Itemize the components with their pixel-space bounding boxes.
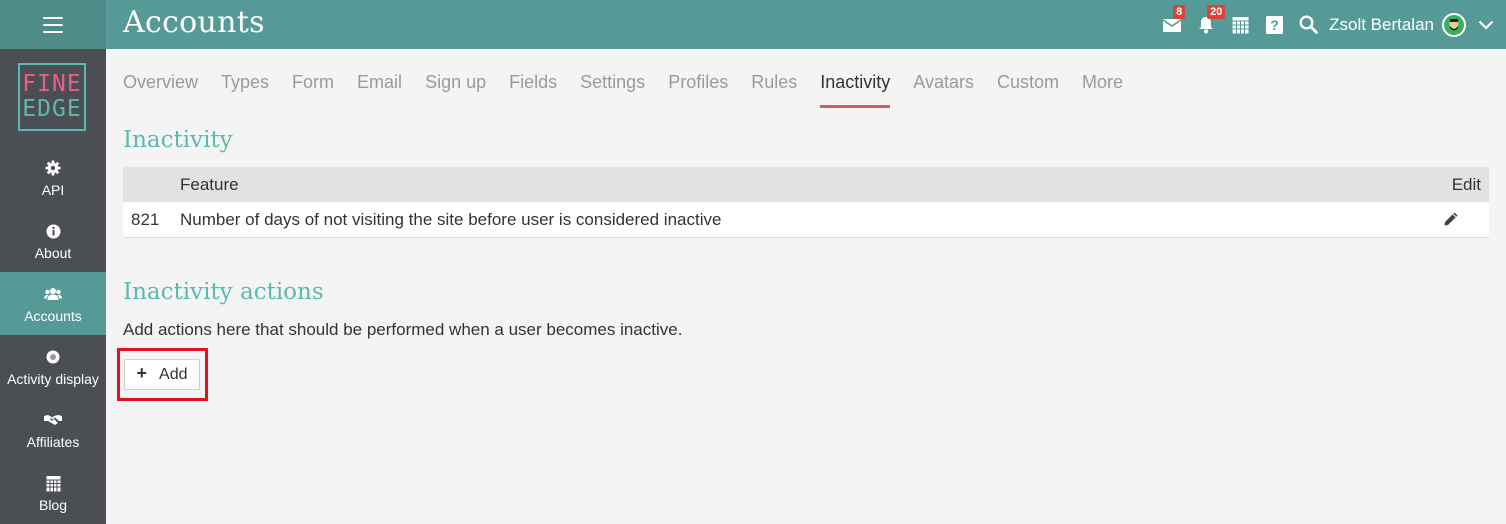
calendar-icon — [46, 472, 61, 494]
add-action-button[interactable]: + Add — [124, 359, 200, 390]
tab-form[interactable]: Form — [292, 60, 334, 108]
messages-badge: 8 — [1173, 5, 1186, 19]
tab-profiles[interactable]: Profiles — [668, 60, 728, 108]
sidebar-item-blog[interactable]: Blog — [0, 461, 106, 524]
dot-circle-icon — [46, 346, 60, 368]
search-icon — [1299, 15, 1318, 34]
tab-custom[interactable]: Custom — [997, 60, 1059, 108]
edit-button[interactable] — [1443, 211, 1459, 227]
pencil-icon — [1444, 212, 1458, 226]
sidebar-item-api[interactable]: API — [0, 146, 106, 209]
tab-sign-up[interactable]: Sign up — [425, 60, 486, 108]
handshake-icon — [44, 409, 62, 431]
sidebar-item-activity-display[interactable]: Activity display — [0, 335, 106, 398]
tab-inactivity[interactable]: Inactivity — [820, 60, 891, 108]
tab-fields[interactable]: Fields — [509, 60, 557, 108]
logo-line-1: FINE — [22, 71, 82, 97]
tab-rules[interactable]: Rules — [751, 60, 797, 108]
sidebar-item-label: About — [34, 245, 72, 261]
users-icon — [44, 283, 62, 305]
sidebar-item-accounts[interactable]: Accounts — [0, 272, 106, 335]
table-header: Feature Edit — [123, 167, 1489, 202]
sidebar-item-label: Activity display — [7, 371, 99, 387]
inactivity-actions-heading: Inactivity actions — [123, 279, 324, 305]
tab-more[interactable]: More — [1082, 60, 1123, 108]
sidebar-item-affiliates[interactable]: Affiliates — [0, 398, 106, 461]
inactivity-table: Feature Edit 821 Number of days of not v… — [123, 167, 1489, 238]
plus-icon: + — [136, 363, 148, 383]
sidebar-item-label: Affiliates — [26, 434, 80, 450]
tab-avatars[interactable]: Avatars — [913, 60, 974, 108]
row-id: 821 — [131, 210, 160, 229]
column-edit: Edit — [1451, 175, 1481, 194]
help-button[interactable]: ? — [1257, 0, 1291, 49]
sidebar-item-label: API — [41, 182, 65, 198]
user-menu-toggle[interactable] — [1466, 20, 1506, 30]
calendar-button[interactable] — [1223, 0, 1257, 49]
page-title: Accounts — [123, 5, 265, 40]
tab-overview[interactable]: Overview — [123, 60, 198, 108]
chevron-down-icon — [1478, 20, 1494, 30]
svg-text:?: ? — [1270, 17, 1279, 33]
user-avatar-icon — [1449, 18, 1459, 30]
column-feature: Feature — [180, 175, 239, 194]
notifications-button[interactable]: 20 — [1189, 0, 1226, 49]
table-row: 821 Number of days of not visiting the s… — [123, 202, 1489, 238]
messages-button[interactable]: 8 — [1155, 0, 1189, 49]
tab-email[interactable]: Email — [357, 60, 402, 108]
hamburger-icon — [43, 16, 63, 33]
top-icons: 8 20 ? Zsolt Bertalan — [1155, 0, 1506, 49]
logo[interactable]: FINE EDGE — [18, 63, 86, 131]
avatar[interactable] — [1442, 12, 1466, 37]
question-icon: ? — [1265, 15, 1283, 34]
top-bar: Accounts 8 20 ? Zsolt Bertalan — [0, 0, 1506, 49]
menu-button[interactable] — [0, 0, 106, 49]
sidebar: FINE EDGE API About Accounts Activity di… — [0, 49, 106, 524]
logo-line-2: EDGE — [22, 96, 82, 122]
inactivity-heading: Inactivity — [123, 127, 233, 153]
sidebar-item-label: Blog — [38, 497, 68, 513]
sidebar-item-label: Accounts — [24, 308, 82, 324]
info-icon — [46, 220, 61, 242]
inactivity-actions-description: Add actions here that should be performe… — [123, 320, 683, 339]
search-button[interactable] — [1291, 0, 1325, 49]
row-feature: Number of days of not visiting the site … — [180, 210, 722, 229]
sidebar-item-about[interactable]: About — [0, 209, 106, 272]
tab-types[interactable]: Types — [221, 60, 269, 108]
calendar-icon — [1232, 16, 1249, 33]
tab-settings[interactable]: Settings — [580, 60, 645, 108]
add-button-label: Add — [159, 365, 188, 383]
tab-bar: Overview Types Form Email Sign up Fields… — [123, 60, 1146, 108]
gear-icon — [45, 157, 61, 179]
user-name[interactable]: Zsolt Bertalan — [1329, 15, 1434, 35]
